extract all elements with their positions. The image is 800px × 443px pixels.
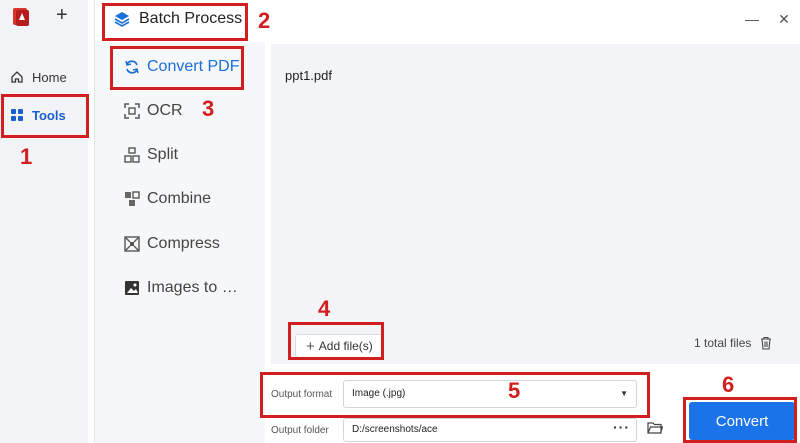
- annotation-number: 3: [202, 96, 215, 121]
- sidebar-item-home[interactable]: Home: [0, 62, 88, 92]
- total-files-count: 1 total files: [694, 336, 773, 350]
- dialog-title: Batch Process: [113, 10, 242, 28]
- combine-icon: [125, 191, 140, 206]
- menu-item-label: Split: [147, 146, 179, 163]
- menu-item-label: Convert PDF: [147, 58, 240, 75]
- sidebar-item-label: Tools: [32, 107, 66, 123]
- file-item[interactable]: ppt1.pdf: [285, 68, 332, 83]
- total-files-label: 1 total files: [694, 336, 752, 350]
- layers-icon: [114, 12, 130, 27]
- caret-down-icon: ▼: [620, 389, 628, 398]
- images-icon: [125, 281, 139, 295]
- batch-process-dialog: Batch Process — ✕ Convert PDF OCR Split …: [94, 0, 800, 443]
- ocr-icon: [124, 103, 140, 119]
- folder-open-icon[interactable]: [647, 421, 663, 435]
- menu-item-label: Images to …: [147, 279, 238, 296]
- annotation-number: 4: [318, 296, 331, 321]
- minimize-button[interactable]: —: [745, 12, 759, 26]
- add-files-button[interactable]: + Add file(s): [295, 334, 384, 358]
- output-folder-label: Output folder: [271, 425, 329, 436]
- sidebar-item-tools[interactable]: Tools: [0, 100, 88, 130]
- menu-item-label: Combine: [147, 190, 212, 207]
- output-folder-input[interactable]: D:/screenshots/ace ···: [343, 418, 637, 442]
- compress-icon: [124, 236, 140, 252]
- menu-item-convert-pdf[interactable]: Convert PDF: [123, 58, 239, 76]
- menu-item-label: OCR: [147, 102, 183, 119]
- tab-bar: +: [0, 0, 88, 36]
- output-format-select[interactable]: Image (.jpg) ▼: [343, 380, 637, 408]
- plus-icon: +: [306, 337, 315, 355]
- output-folder-value: D:/screenshots/ace: [352, 424, 438, 435]
- home-icon: [11, 71, 23, 83]
- menu-item-split[interactable]: Split: [123, 146, 178, 164]
- convert-button[interactable]: Convert: [689, 402, 795, 440]
- output-format-label: Output format: [271, 389, 333, 400]
- menu-item-ocr[interactable]: OCR: [123, 102, 183, 120]
- annotation-number: 2: [258, 8, 271, 33]
- add-files-label: Add file(s): [318, 339, 373, 353]
- batch-menu: Convert PDF OCR Split Combine Compress I…: [95, 42, 265, 443]
- annotation-number: 6: [722, 372, 735, 397]
- app-logo-icon: [13, 8, 29, 26]
- more-options-icon[interactable]: ···: [613, 416, 630, 438]
- annotation-number: 1: [20, 144, 33, 169]
- dialog-header: Batch Process — ✕: [95, 0, 800, 42]
- output-format-value: Image (.jpg): [352, 388, 406, 399]
- tools-grid-icon: [11, 109, 23, 121]
- convert-icon: [125, 60, 139, 74]
- menu-item-label: Compress: [147, 235, 220, 252]
- sidebar-item-label: Home: [32, 69, 67, 85]
- app-sidebar: + Home Tools: [0, 0, 88, 443]
- close-button[interactable]: ✕: [777, 12, 791, 26]
- menu-item-compress[interactable]: Compress: [123, 235, 220, 253]
- menu-item-combine[interactable]: Combine: [123, 190, 211, 208]
- split-icon: [124, 147, 140, 163]
- new-tab-button[interactable]: +: [56, 4, 68, 26]
- annotation-number: 5: [508, 378, 521, 403]
- file-list-panel: ppt1.pdf + Add file(s) 1 total files: [271, 44, 800, 364]
- menu-item-images-to[interactable]: Images to …: [123, 279, 238, 297]
- trash-icon[interactable]: [759, 336, 773, 350]
- dialog-title-text: Batch Process: [139, 10, 243, 27]
